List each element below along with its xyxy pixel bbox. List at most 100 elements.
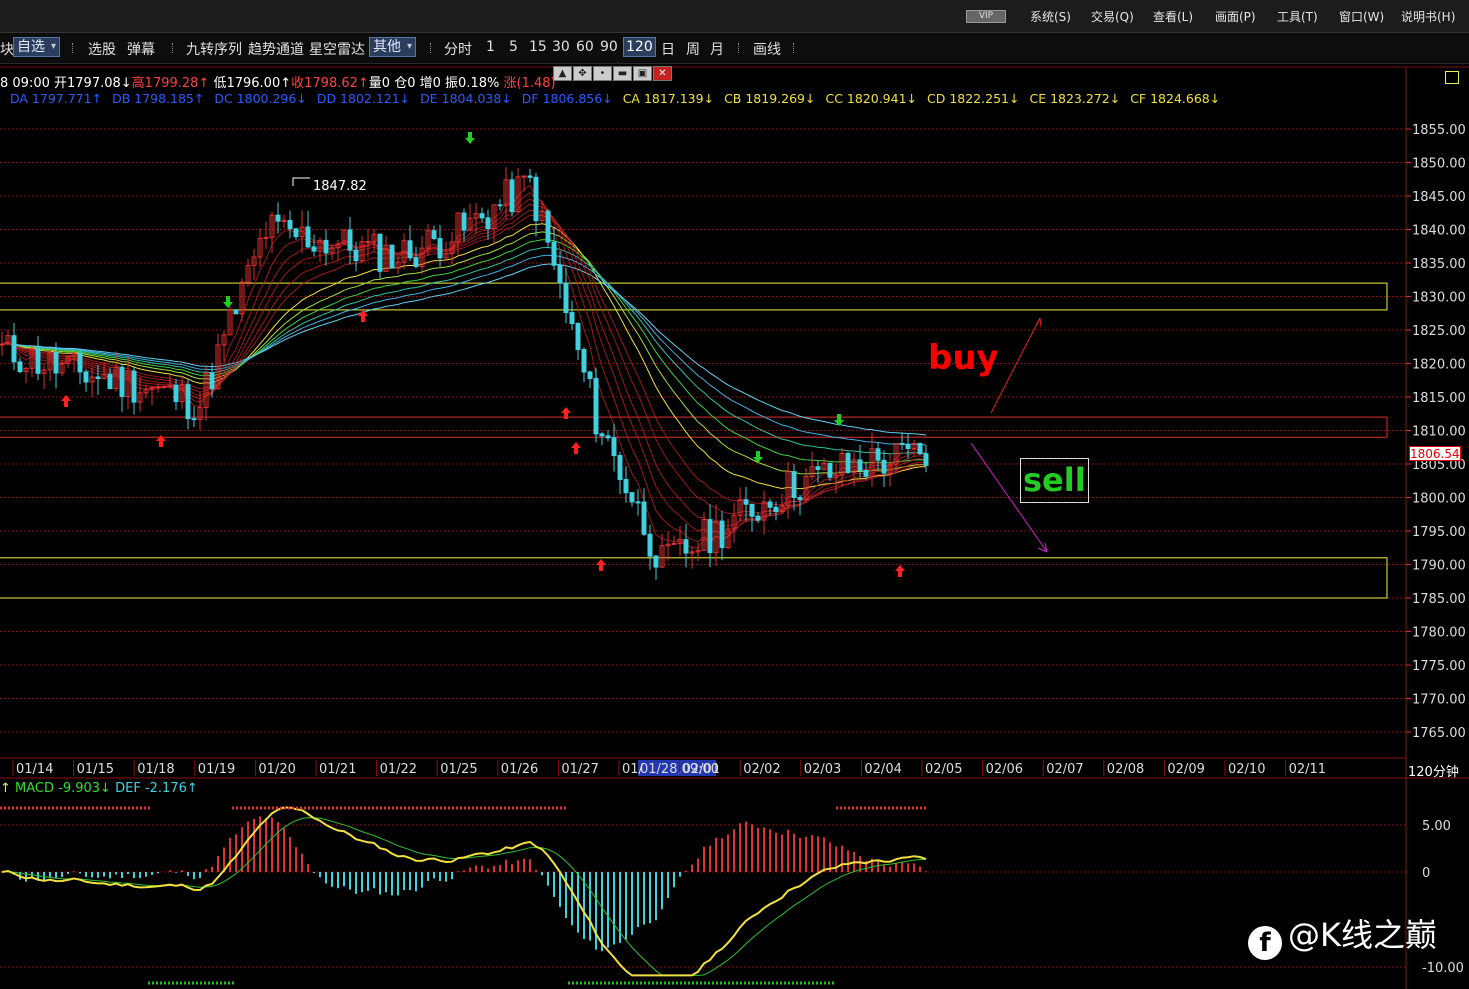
date-tick-label: 02/06 bbox=[986, 762, 1023, 777]
ma-value: DF 1806.856↓ bbox=[521, 91, 613, 106]
price-chart[interactable]: 1855.00 1850.00 1845.00 1840.00 1835.00 1830.… bbox=[0, 0, 1469, 989]
date-tick-label: 02/07 bbox=[1046, 762, 1083, 777]
close-value: 收1798.62↑ bbox=[291, 76, 369, 91]
candle-body bbox=[917, 442, 923, 455]
ma-value: DA 1797.771↑ bbox=[10, 91, 103, 106]
candle-body bbox=[899, 442, 905, 445]
price-tick-label: 1795.00 bbox=[1412, 525, 1466, 540]
candle-body bbox=[305, 226, 311, 248]
candle-body bbox=[35, 348, 41, 374]
date-tick-label: 02/01 bbox=[683, 762, 720, 777]
sell-signal-arrow bbox=[465, 132, 475, 144]
ma-ribbon-line bbox=[1, 214, 927, 506]
price-tick-label: 1855.00 bbox=[1412, 123, 1466, 138]
period-label: 120分钟 bbox=[1408, 765, 1459, 780]
candle-body bbox=[533, 176, 539, 222]
candle-body bbox=[881, 459, 887, 474]
candle-body bbox=[185, 384, 191, 420]
high-price-label: 1847.82 bbox=[313, 179, 367, 194]
price-tick-label: 1785.00 bbox=[1412, 592, 1466, 607]
candle-body bbox=[923, 453, 929, 466]
change-value: 涨(1.48) bbox=[503, 76, 556, 91]
current-price-badge: 1806.54 bbox=[1409, 446, 1461, 461]
ma-value: DB 1798.185↑ bbox=[112, 91, 205, 106]
candle-body bbox=[95, 376, 101, 380]
def-value: DEF -2.176↑ bbox=[115, 781, 198, 796]
candle-body bbox=[905, 443, 911, 450]
price-tick-label: 1825.00 bbox=[1412, 324, 1466, 339]
date-tick-label: 02/10 bbox=[1228, 762, 1265, 777]
candle-body bbox=[857, 459, 863, 472]
candle-body bbox=[107, 373, 113, 389]
close-icon[interactable]: ✕ bbox=[653, 66, 672, 81]
price-tick-label: 1800.00 bbox=[1412, 492, 1466, 507]
candle-body bbox=[191, 418, 197, 421]
buy-signal-arrow bbox=[895, 565, 905, 577]
candle-body bbox=[647, 533, 653, 557]
low-value: 低1796.00↑ bbox=[213, 76, 292, 91]
ma-ribbon-line bbox=[1, 246, 927, 455]
move-icon[interactable]: ✥ bbox=[573, 66, 592, 81]
candle-body bbox=[593, 377, 599, 435]
candle-body bbox=[485, 217, 491, 230]
candle-body bbox=[635, 501, 641, 504]
dot-icon[interactable]: • bbox=[593, 66, 612, 81]
candle-body bbox=[83, 371, 89, 383]
ma-value: CB 1819.269↓ bbox=[724, 91, 816, 106]
price-tick-label: 1835.00 bbox=[1412, 257, 1466, 272]
expand-icon[interactable] bbox=[1445, 71, 1459, 84]
candle-body bbox=[623, 479, 629, 494]
price-tick-label: 1765.00 bbox=[1412, 726, 1466, 741]
price-tick-label: 1840.00 bbox=[1412, 224, 1466, 239]
date-tick-label: 01/ bbox=[622, 762, 644, 777]
maximize-icon[interactable]: ▣ bbox=[633, 66, 652, 81]
candle-body bbox=[611, 437, 617, 457]
date-tick-label: 01/21 bbox=[319, 762, 356, 777]
ma-value: CC 1820.941↓ bbox=[825, 91, 918, 106]
sell-annotation: sell bbox=[1020, 458, 1089, 503]
price-tick-label: 1845.00 bbox=[1412, 190, 1466, 205]
price-tick-label: 1790.00 bbox=[1412, 559, 1466, 574]
candle-body bbox=[275, 214, 281, 222]
date-tick-label: 01/15 bbox=[77, 762, 114, 777]
ma-value: DD 1802.121↓ bbox=[316, 91, 411, 106]
candle-body bbox=[641, 501, 647, 535]
candle-body bbox=[281, 219, 287, 222]
ma-ribbon-line bbox=[1, 239, 927, 464]
candle-body bbox=[749, 503, 755, 517]
date-tick-label: 02/02 bbox=[743, 762, 780, 777]
support-zone-lower bbox=[0, 557, 1388, 599]
candle-body bbox=[563, 282, 569, 314]
bar-time: 8 09:00 bbox=[0, 76, 50, 91]
candle-body bbox=[875, 448, 881, 461]
candle-body bbox=[605, 435, 611, 439]
price-tick-label: 1830.00 bbox=[1412, 291, 1466, 306]
date-tick-label: 01/26 bbox=[501, 762, 538, 777]
date-tick-label: 02/04 bbox=[864, 762, 901, 777]
macd-value: MACD -9.903↓ bbox=[15, 781, 111, 796]
candle-body bbox=[407, 240, 413, 259]
candle-body bbox=[569, 312, 575, 325]
price-tick-label: 1820.00 bbox=[1412, 358, 1466, 373]
candle-body bbox=[827, 462, 833, 478]
candle-body bbox=[509, 179, 515, 213]
ma-value: CF 1824.668↓ bbox=[1130, 91, 1221, 106]
candle-body bbox=[671, 542, 677, 545]
date-tick-label: 01/14 bbox=[16, 762, 53, 777]
minimize-icon[interactable]: ▬ bbox=[613, 66, 632, 81]
candle-body bbox=[581, 348, 587, 373]
candle-body bbox=[377, 233, 383, 272]
candle-body bbox=[767, 501, 773, 508]
ma-ribbon-line bbox=[1, 209, 927, 515]
candle-body bbox=[743, 499, 749, 505]
candle-body bbox=[347, 229, 353, 251]
buy-signal-arrow bbox=[571, 442, 581, 454]
date-tick-label: 01/20 bbox=[258, 762, 295, 777]
ma-ribbon-line bbox=[1, 198, 927, 535]
watermark: f @K线之巅 bbox=[1248, 910, 1437, 960]
candle-body bbox=[365, 240, 371, 243]
candle-body bbox=[461, 212, 467, 231]
triangle-icon[interactable]: ▲ bbox=[553, 66, 572, 81]
buy-annotation: buy bbox=[928, 338, 999, 378]
candle-body bbox=[719, 520, 725, 549]
